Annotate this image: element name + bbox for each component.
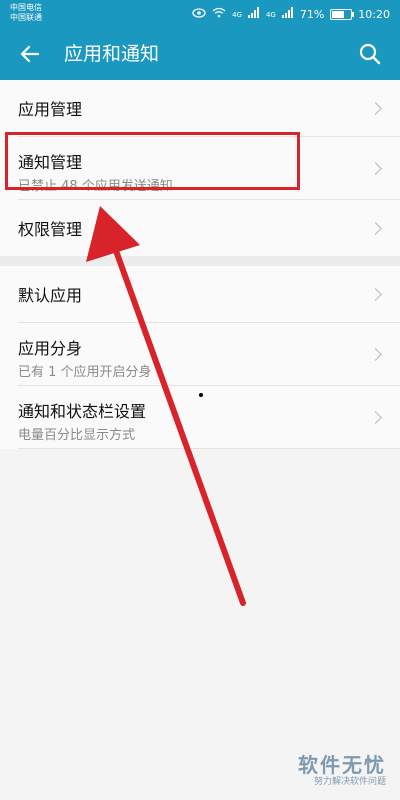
- watermark-logo: 软件无忧 努力解决软件问题: [298, 754, 386, 788]
- page-title: 应用和通知: [64, 43, 160, 65]
- search-icon: [359, 43, 381, 65]
- signal-icon: [247, 7, 260, 22]
- network-type-2: 4G: [265, 10, 276, 19]
- status-bar: 中国电信 中国联通 4G 4G 71% 10:20: [0, 0, 400, 28]
- app-management-label: 应用管理: [18, 100, 83, 119]
- watermark-subtitle: 努力解决软件问题: [313, 777, 386, 787]
- clock: 10:20: [358, 7, 390, 21]
- notification-statusbar-settings-summary: 电量百分比显示方式: [18, 428, 136, 443]
- chevron-right-icon: [369, 288, 382, 301]
- carrier-info: 中国电信 中国联通: [10, 3, 42, 23]
- chevron-right-icon: [369, 222, 382, 235]
- default-apps-item[interactable]: 默认应用: [18, 266, 400, 323]
- arrow-left-icon: [20, 45, 40, 63]
- app-twin-summary: 已有 1 个应用开启分身: [18, 365, 152, 380]
- notification-statusbar-settings-item[interactable]: 通知和状态栏设置 电量百分比显示方式: [18, 386, 400, 449]
- search-button[interactable]: [356, 40, 384, 68]
- chevron-right-icon: [369, 102, 382, 115]
- notification-statusbar-settings-label: 通知和状态栏设置: [18, 402, 147, 421]
- battery-percent: 71%: [299, 7, 325, 21]
- default-apps-label: 默认应用: [18, 286, 83, 305]
- notification-management-label: 通知管理: [18, 153, 83, 172]
- battery-icon: [330, 9, 355, 20]
- settings-group-other: 默认应用 应用分身 已有 1 个应用开启分身 通知和状态栏设置 电量百分比显示方…: [0, 266, 400, 449]
- permission-management-label: 权限管理: [18, 220, 83, 239]
- app-twin-item[interactable]: 应用分身 已有 1 个应用开启分身: [18, 323, 400, 386]
- permission-management-item[interactable]: 权限管理: [18, 200, 400, 256]
- carrier-1: 中国电信: [10, 3, 42, 12]
- chevron-right-icon: [369, 411, 382, 424]
- wifi-icon: [212, 7, 226, 22]
- settings-group-apps: 应用管理 通知管理 已禁止 48 个应用发送通知 权限管理: [0, 80, 400, 256]
- section-divider: [0, 256, 400, 266]
- back-button[interactable]: [16, 40, 44, 68]
- stray-dot: [199, 393, 203, 397]
- app-management-item[interactable]: 应用管理: [18, 80, 400, 137]
- status-icons: 4G 4G 71% 10:20: [192, 7, 390, 22]
- notification-management-summary: 已禁止 48 个应用发送通知: [18, 179, 173, 194]
- network-type-1: 4G: [232, 10, 242, 19]
- notification-management-item[interactable]: 通知管理 已禁止 48 个应用发送通知: [18, 137, 400, 200]
- chevron-right-icon: [369, 162, 382, 175]
- carrier-2: 中国联通: [10, 13, 42, 22]
- app-bar: 应用和通知: [0, 28, 400, 80]
- watermark-title: 软件无忧: [298, 753, 386, 777]
- signal-icon: [281, 7, 294, 22]
- app-twin-label: 应用分身: [18, 339, 83, 358]
- battery-level: [332, 11, 345, 18]
- eye-icon: [192, 7, 206, 22]
- chevron-right-icon: [369, 348, 382, 361]
